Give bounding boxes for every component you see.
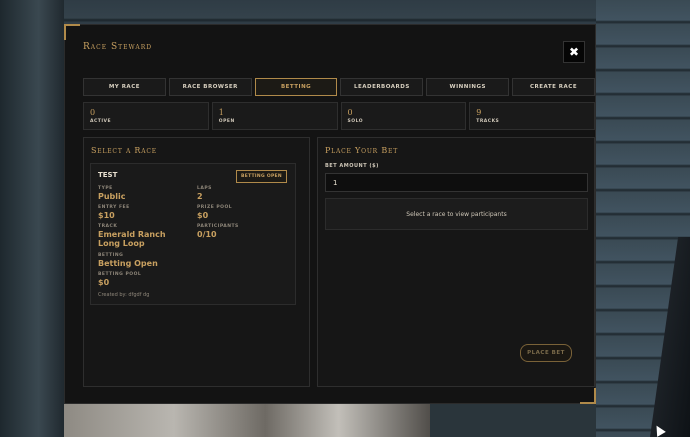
race-card[interactable]: TEST Betting Open Type Public Laps 2 Ent… xyxy=(90,163,296,305)
section-title: Place Your Bet xyxy=(325,146,398,155)
lower-wall xyxy=(430,403,596,437)
field-value: 0/10 xyxy=(197,230,217,239)
tab-leaderboards[interactable]: Leaderboards xyxy=(340,78,424,96)
place-bet-section: Place Your Bet Bet Amount ($) 1 Select a… xyxy=(317,137,595,387)
tab-create-race[interactable]: Create Race xyxy=(512,78,595,96)
stat-label: Solo xyxy=(347,119,364,124)
field-track: Track Emerald Ranch Long Loop xyxy=(98,224,188,248)
race-name: TEST xyxy=(98,171,118,179)
place-bet-button[interactable]: Place Bet xyxy=(520,344,572,362)
panel-title: Race Steward xyxy=(83,42,153,52)
tab-my-race[interactable]: My Race xyxy=(83,78,166,96)
field-laps: Laps 2 xyxy=(197,186,212,201)
stat-value: 0 xyxy=(90,108,96,117)
bet-amount-input[interactable]: 1 xyxy=(325,173,588,192)
field-participants: Participants 0/10 xyxy=(197,224,239,239)
stat-tracks: 9 Tracks xyxy=(469,102,595,130)
corner-ornament-bottom-right xyxy=(580,388,596,404)
wooden-post-left xyxy=(0,0,64,437)
field-label: Participants xyxy=(197,224,239,229)
stat-label: Active xyxy=(90,119,112,124)
status-badge: Betting Open xyxy=(235,170,287,183)
background-figures xyxy=(64,403,430,437)
field-value: $0 xyxy=(197,211,209,220)
field-value: Betting Open xyxy=(98,259,158,268)
field-label: Betting Pool xyxy=(98,272,142,277)
stat-value: 1 xyxy=(218,108,224,117)
close-button[interactable]: ✖ xyxy=(563,41,585,63)
field-label: Type xyxy=(98,186,113,191)
tab-bar: My Race Race Browser Betting Leaderboard… xyxy=(83,78,595,96)
field-prize-pool: Prize Pool $0 xyxy=(197,205,232,220)
field-label: Laps xyxy=(197,186,212,191)
section-title: Select a Race xyxy=(91,146,157,155)
stats-row: 0 Active 1 Open 0 Solo 9 Tracks xyxy=(83,102,595,130)
field-betting-pool: Betting Pool $0 xyxy=(98,272,141,287)
stat-label: Open xyxy=(218,119,235,124)
stat-value: 0 xyxy=(347,108,353,117)
field-label: Betting xyxy=(98,253,124,258)
field-type: Type Public xyxy=(98,186,126,201)
field-value: 2 xyxy=(197,192,203,201)
tab-race-browser[interactable]: Race Browser xyxy=(168,78,252,96)
field-entry-fee: Entry Fee $10 xyxy=(98,205,130,220)
stat-active: 0 Active xyxy=(83,102,209,130)
select-race-section: Select a Race TEST Betting Open Type Pub… xyxy=(83,137,310,387)
tab-winnings[interactable]: Winnings xyxy=(426,78,510,96)
stat-value: 9 xyxy=(476,108,482,117)
field-value: $10 xyxy=(98,211,115,220)
tab-betting[interactable]: Betting xyxy=(254,78,338,96)
field-label: Prize Pool xyxy=(197,205,233,210)
stat-label: Tracks xyxy=(476,119,500,124)
field-value: $0 xyxy=(98,278,110,287)
field-value: Emerald Ranch Long Loop xyxy=(98,230,166,248)
field-label: Track xyxy=(98,224,118,229)
stat-open: 1 Open xyxy=(211,102,338,130)
corner-ornament-top-left xyxy=(64,24,80,40)
bet-amount-label: Bet Amount ($) xyxy=(325,163,379,169)
created-by: Created by: dfgdf dg xyxy=(98,292,150,298)
field-betting: Betting Betting Open xyxy=(98,253,158,268)
field-label: Entry Fee xyxy=(98,205,130,210)
race-steward-panel: Race Steward ✖ My Race Race Browser Bett… xyxy=(64,24,596,404)
close-icon: ✖ xyxy=(568,45,580,59)
participants-placeholder: Select a race to view participants xyxy=(325,198,588,230)
field-value: Public xyxy=(98,192,126,201)
stat-solo: 0 Solo xyxy=(340,102,467,130)
